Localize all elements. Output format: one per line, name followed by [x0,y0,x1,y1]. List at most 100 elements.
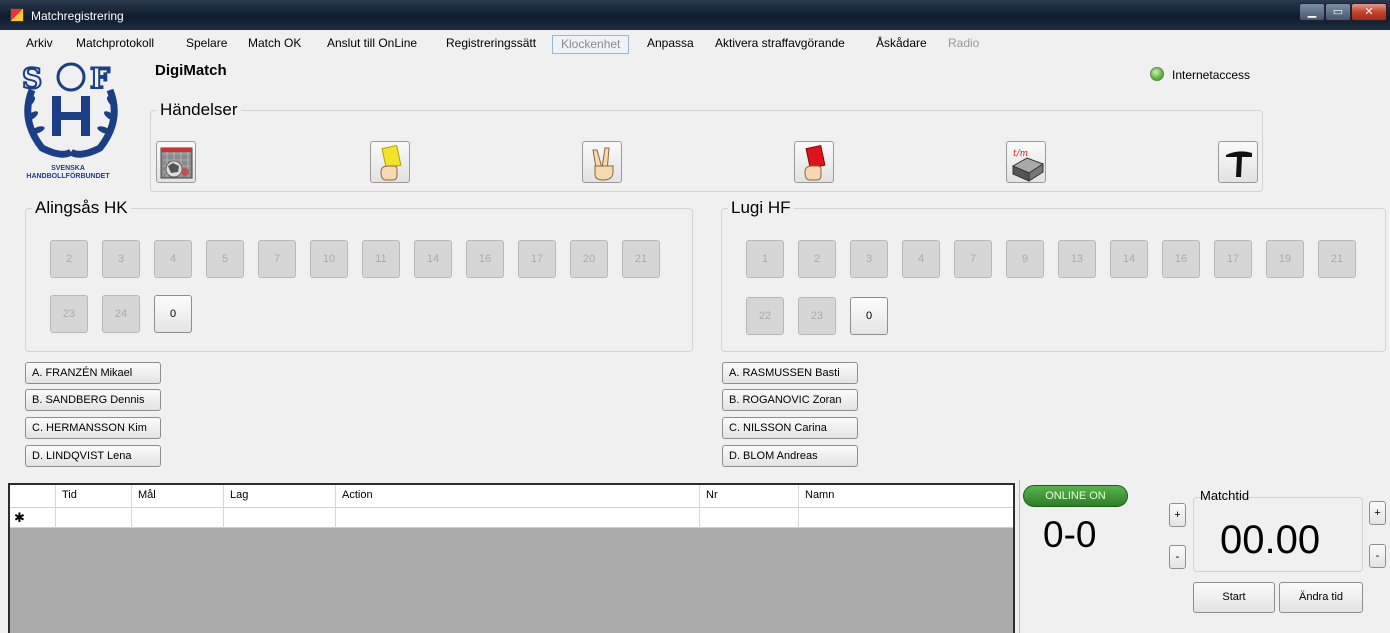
grid-col-nr[interactable]: Nr [700,485,799,508]
match-clock: 00.00 [1220,518,1321,562]
away-player-button[interactable]: 4 [902,240,940,278]
away-player-button[interactable]: 3 [850,240,888,278]
away-player-button[interactable]: 19 [1266,240,1304,278]
menu-spelare[interactable]: Spelare [186,35,227,54]
away-player-button[interactable]: 22 [746,297,784,335]
home-player-button[interactable]: 16 [466,240,504,278]
home-official-button[interactable]: D. LINDQVIST Lena [25,445,161,467]
home-player-button[interactable]: 21 [622,240,660,278]
goal-icon [160,147,193,179]
red-card-icon [804,144,826,181]
timeout-icon: t/m [1011,149,1045,182]
away-player-button[interactable]: 0 [850,297,888,335]
grid-cell[interactable] [700,508,799,528]
logo-text: SVENSKA HANDBOLLFÖRBUNDET [26,165,110,180]
away-team-name: Lugi HF [728,198,794,218]
home-official-button[interactable]: C. HERMANSSON Kim [25,417,161,439]
grid-row-header [10,508,56,528]
federation-logo: S F [2,60,140,160]
away-player-button[interactable]: 2 [798,240,836,278]
stop-button[interactable] [1218,141,1258,183]
home-player-button[interactable]: 10 [310,240,348,278]
online-status-button[interactable]: ONLINE ON [1023,485,1128,507]
grid-col-tid[interactable]: Tid [56,485,132,508]
menu-anpassa[interactable]: Anpassa [647,35,694,54]
change-time-button[interactable]: Ändra tid [1279,582,1363,613]
away-player-button[interactable]: 21 [1318,240,1356,278]
svg-text:F: F [90,62,110,95]
time-minus-button[interactable]: - [1369,544,1386,568]
grid-cell[interactable] [336,508,700,528]
home-player-button[interactable]: 3 [102,240,140,278]
yellow-card-button[interactable] [370,141,410,183]
grid-cell[interactable] [56,508,132,528]
app-name: DigiMatch [155,62,227,79]
close-button[interactable]: ✕ [1351,3,1387,21]
home-player-button[interactable]: 23 [50,295,88,333]
grid-col-mal[interactable]: Mål [132,485,224,508]
menu-klockenhet: Klockenhet [552,35,630,54]
menu-askadare[interactable]: Åskådare [876,35,927,54]
event-grid[interactable]: Tid Mål Lag Action Nr Namn ✱ [8,483,1015,633]
menu-aktivera-straffavgorande[interactable]: Aktivera straffavgörande [715,35,845,54]
time-plus-button[interactable]: + [1369,501,1386,525]
home-official-button[interactable]: A. FRANZÉN Mikael [25,362,161,384]
stop-icon [1226,151,1252,177]
window-title: Matchregistrering [31,9,124,23]
away-player-button[interactable]: 1 [746,240,784,278]
away-player-button[interactable]: 17 [1214,240,1252,278]
two-minutes-button[interactable] [582,141,622,183]
goal-button[interactable] [156,141,196,183]
away-player-button[interactable]: 16 [1162,240,1200,278]
score-minus-button[interactable]: - [1169,545,1186,569]
away-player-button[interactable]: 7 [954,240,992,278]
grid-row-header-corner [10,485,56,508]
away-player-button[interactable]: 9 [1006,240,1044,278]
grid-col-lag[interactable]: Lag [224,485,336,508]
away-player-button[interactable]: 13 [1058,240,1096,278]
away-player-button[interactable]: 23 [798,297,836,335]
home-official-button[interactable]: B. SANDBERG Dennis [25,389,161,411]
home-player-button[interactable]: 17 [518,240,556,278]
events-group [150,110,1263,192]
internet-status-icon [1150,67,1164,81]
home-player-button[interactable]: 7 [258,240,296,278]
menu-anslut-online[interactable]: Anslut till OnLine [327,35,417,54]
menu-registreringssatt[interactable]: Registreringssätt [446,35,536,54]
home-player-button[interactable]: 14 [414,240,452,278]
home-player-button[interactable]: 5 [206,240,244,278]
grid-new-row[interactable]: ✱ [10,508,1013,528]
menu-bar: Arkiv Matchprotokoll Spelare Match OK An… [0,31,1390,57]
grid-cell[interactable] [132,508,224,528]
away-player-button[interactable]: 14 [1110,240,1148,278]
menu-matchprotokoll[interactable]: Matchprotokoll [76,35,154,54]
score-plus-button[interactable]: + [1169,503,1186,527]
grid-col-namn[interactable]: Namn [799,485,1013,508]
two-minutes-icon [592,147,614,181]
title-bar: Matchregistrering ▁ ▭ ✕ [0,0,1390,30]
menu-match-ok[interactable]: Match OK [248,35,301,54]
svg-text:t/m: t/m [1013,149,1028,159]
home-player-button[interactable]: 4 [154,240,192,278]
start-button[interactable]: Start [1193,582,1275,613]
minimize-button[interactable]: ▁ [1299,3,1325,21]
away-official-button[interactable]: C. NILSSON Carina [722,417,858,439]
matchtid-label: Matchtid [1200,488,1250,503]
away-official-button[interactable]: A. RASMUSSEN Basti [722,362,858,384]
away-official-button[interactable]: B. ROGANOVIC Zoran [722,389,858,411]
menu-arkiv[interactable]: Arkiv [26,35,53,54]
grid-cell[interactable] [799,508,1013,528]
home-player-button[interactable]: 20 [570,240,608,278]
maximize-button[interactable]: ▭ [1325,3,1351,21]
home-player-button[interactable]: 0 [154,295,192,333]
menu-radio: Radio [948,36,980,50]
red-card-button[interactable] [794,141,834,183]
away-official-button[interactable]: D. BLOM Andreas [722,445,858,467]
timeout-button[interactable]: t/m [1006,141,1046,183]
home-player-button[interactable]: 24 [102,295,140,333]
home-player-button[interactable]: 2 [50,240,88,278]
events-title: Händelser [157,100,241,120]
grid-col-action[interactable]: Action [336,485,700,508]
home-player-button[interactable]: 11 [362,240,400,278]
grid-cell[interactable] [224,508,336,528]
